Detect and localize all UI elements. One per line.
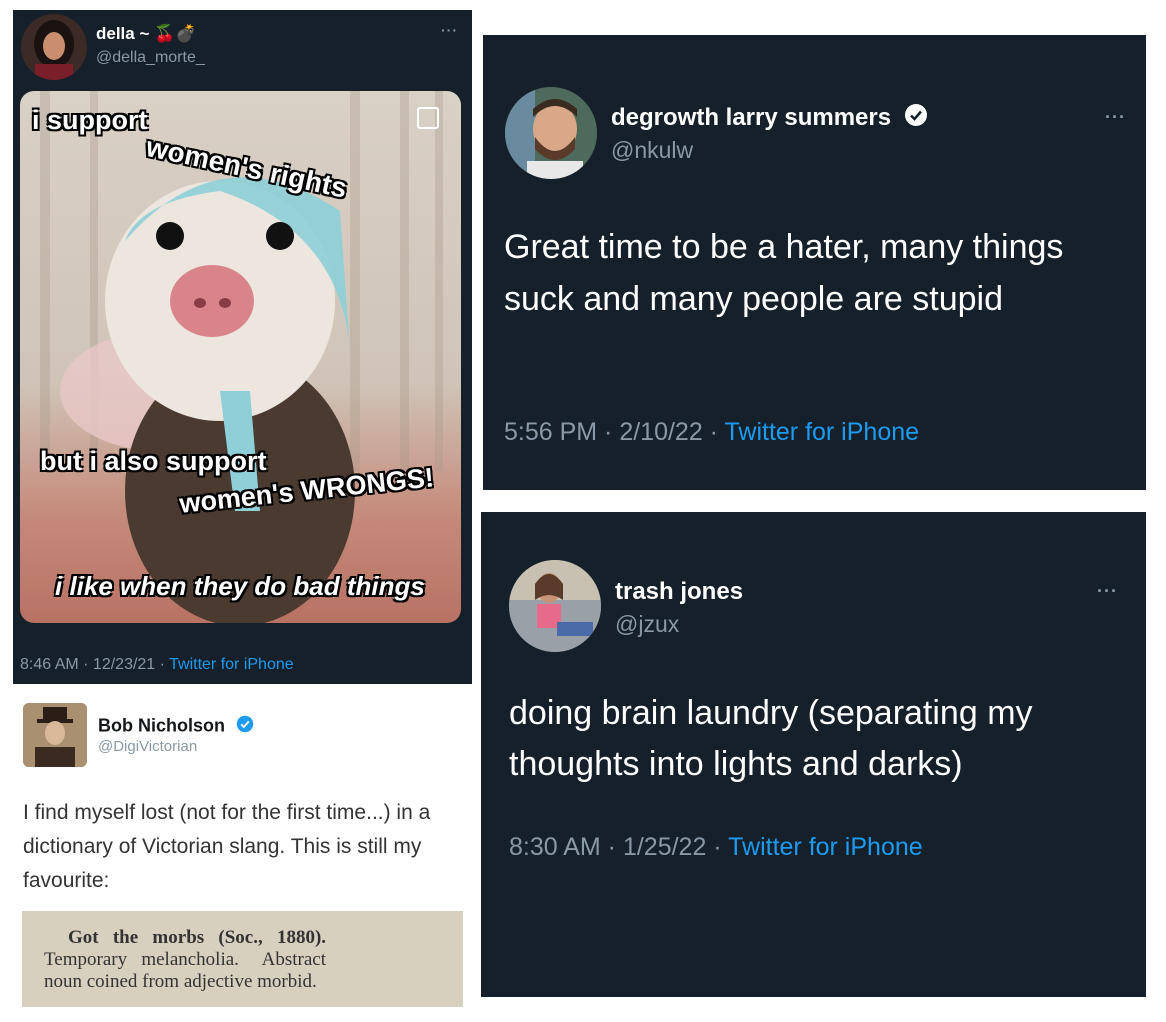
tweet-bob-nicholson: Bob Nicholson @DigiVictorian I find myse… (13, 690, 472, 1022)
verified-badge-icon (236, 715, 254, 738)
meme-caption: i like when they do bad things (55, 571, 425, 601)
avatar[interactable] (509, 560, 601, 652)
avatar[interactable] (505, 87, 597, 179)
source-link[interactable]: Twitter for iPhone (728, 833, 923, 861)
tweet-nkulw: degrowth larry summers @nkulw ··· Great … (483, 35, 1146, 490)
dictionary-clipping-image[interactable]: Got the morbs (Soc., 1880). Temporary me… (22, 911, 463, 1007)
handle[interactable]: @jzux (615, 611, 679, 638)
handle[interactable]: @nkulw (611, 137, 693, 164)
tweet-image[interactable]: i support women's rights but i also supp… (20, 91, 461, 623)
display-name[interactable]: Bob Nicholson (98, 715, 254, 738)
tweet-timestamp: 5:56 PM · 2/10/22 · Twitter for iPhone (504, 418, 920, 446)
tweet-timestamp: 8:46 AM · 12/23/21 · Twitter for iPhone (20, 656, 294, 673)
verified-badge-icon (904, 103, 928, 134)
more-options-icon[interactable]: ··· (1105, 107, 1126, 128)
source-link[interactable]: Twitter for iPhone (169, 656, 294, 673)
multi-image-icon (417, 107, 439, 129)
tweet-text: doing brain laundry (separating my thoug… (509, 694, 1033, 783)
clipping-line: Got the morbs (Soc., 1880). (68, 927, 327, 948)
tweet-text: Great time to be a hater, many things su… (504, 228, 1064, 318)
clipping-line: Temporary melancholia. Abstract (44, 949, 326, 970)
meme-caption: but i also support (40, 446, 267, 476)
tweet-jzux: trash jones @jzux ··· doing brain laundr… (481, 512, 1146, 997)
tweet-text: I find myself lost (not for the first ti… (23, 801, 431, 892)
display-name[interactable]: degrowth larry summers (611, 103, 928, 134)
cherry-bomb-emoji: 🍒💣 (154, 24, 197, 43)
more-options-icon[interactable]: ··· (441, 22, 458, 38)
display-name[interactable]: trash jones (615, 578, 743, 606)
more-options-icon[interactable]: ··· (1097, 581, 1118, 602)
tweet-della: della ~ 🍒💣 @della_morte_ ··· i support w… (13, 10, 472, 684)
clipping-line: noun coined from adjective morbid. (44, 971, 317, 992)
display-name[interactable]: della ~ 🍒💣 (96, 24, 196, 44)
tweet-timestamp: 8:30 AM · 1/25/22 · Twitter for iPhone (509, 833, 923, 861)
avatar[interactable] (23, 703, 87, 767)
handle[interactable]: @della_morte_ (96, 49, 205, 67)
meme-caption: i support (32, 105, 148, 135)
avatar[interactable] (21, 14, 87, 80)
source-link[interactable]: Twitter for iPhone (725, 418, 920, 446)
handle[interactable]: @DigiVictorian (98, 738, 197, 755)
